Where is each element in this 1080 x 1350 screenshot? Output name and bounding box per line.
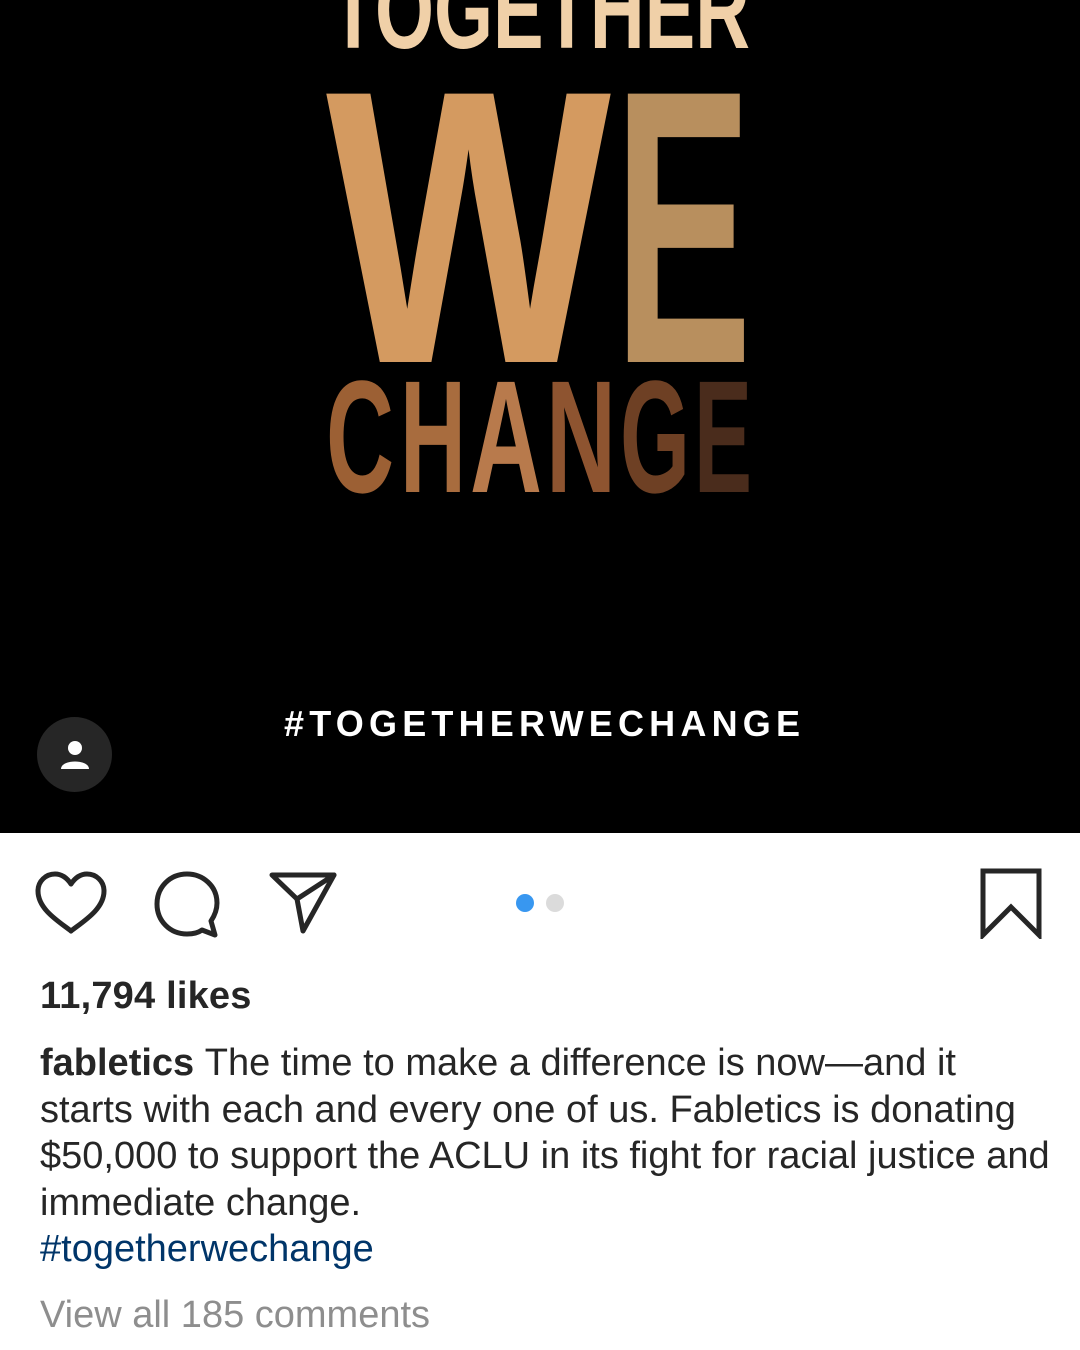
caption-hashtag[interactable]: #togetherwechange	[40, 1226, 1050, 1273]
view-comments-link[interactable]: View all 185 comments	[40, 1294, 430, 1337]
poster-graphic: TOGETHER W E CHANGE #TOGETHERWECHANGE	[284, 0, 800, 744]
poster-hashtag-banner: #TOGETHERWECHANGE	[284, 703, 800, 744]
post-caption: fabletics The time to make a difference …	[40, 1040, 1050, 1273]
comment-bubble-icon	[154, 871, 220, 938]
person-icon	[60, 740, 89, 769]
poster-change-letter: H	[400, 347, 466, 526]
tagged-users-button[interactable]	[37, 717, 112, 792]
carousel-dot-active	[516, 894, 534, 912]
poster-change-letter: A	[470, 347, 542, 526]
poster-change-letter: N	[546, 347, 616, 526]
poster-line-change: CHANGE	[326, 347, 752, 526]
carousel-indicator	[516, 894, 564, 912]
heart-icon	[35, 871, 107, 934]
bookmark-icon	[980, 868, 1042, 942]
post-image[interactable]: TOGETHER W E CHANGE #TOGETHERWECHANGE	[0, 0, 1080, 833]
poster-change-letter: G	[620, 347, 690, 526]
paper-plane-icon	[269, 872, 337, 934]
share-button[interactable]	[268, 869, 338, 935]
save-button[interactable]	[978, 867, 1044, 942]
poster-change-letter: C	[326, 347, 394, 526]
caption-username[interactable]: fabletics	[40, 1042, 205, 1084]
likes-count[interactable]: 11,794 likes	[40, 975, 252, 1018]
poster-change-letter: E	[694, 347, 752, 526]
action-bar	[0, 833, 1080, 973]
carousel-dot	[546, 894, 564, 912]
like-button[interactable]	[34, 871, 108, 937]
comment-button[interactable]	[152, 869, 222, 939]
